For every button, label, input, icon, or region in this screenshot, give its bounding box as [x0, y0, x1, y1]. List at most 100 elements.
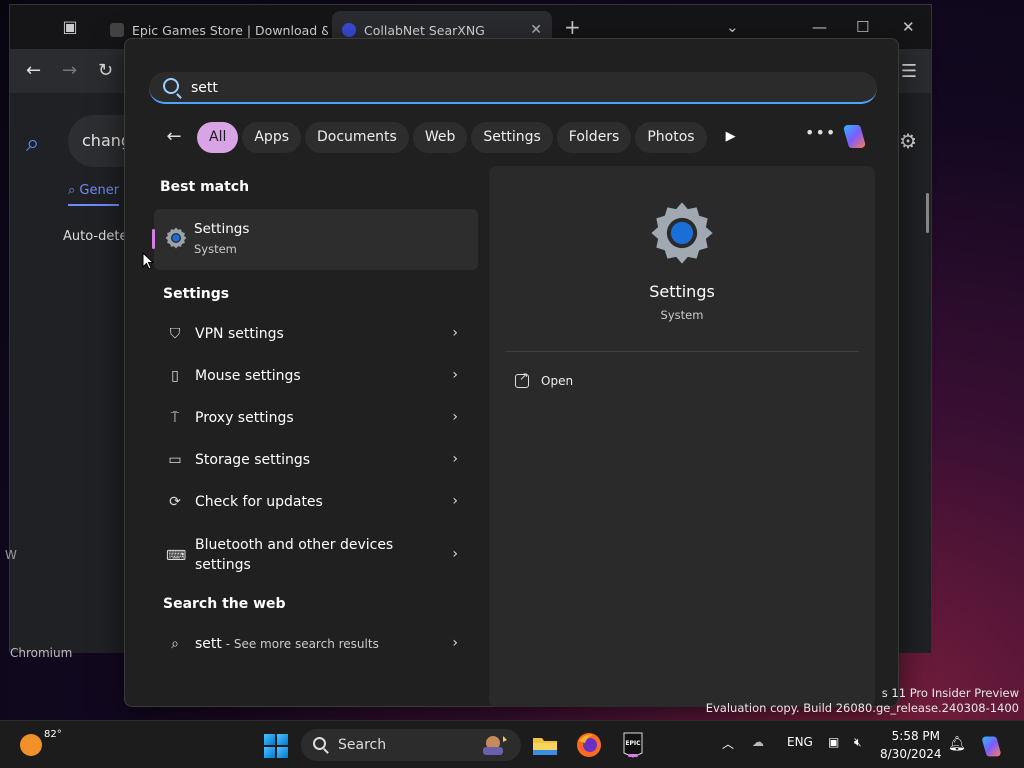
result-label: Mouse settings [195, 368, 301, 384]
preview-subtitle: System [660, 308, 704, 322]
start-button[interactable] [264, 734, 288, 758]
open-external-icon [515, 370, 529, 388]
preview-pane: Settings System Open [489, 166, 875, 707]
file-explorer-icon[interactable] [531, 731, 559, 759]
weather-sun-icon [20, 734, 42, 756]
result-label: Check for updates [195, 494, 323, 510]
chevron-right-icon[interactable]: › [452, 493, 458, 509]
result-storage-settings[interactable]: ▭ Storage settings › [158, 443, 468, 479]
best-match-title: Settings [194, 221, 250, 237]
watermark-line1: s 11 Pro Insider Preview [881, 686, 1019, 700]
open-label: Open [541, 374, 574, 388]
chevron-right-icon[interactable]: › [452, 367, 458, 383]
chevron-right-icon[interactable]: › [452, 409, 458, 425]
back-icon[interactable]: ← [26, 61, 41, 81]
chevron-right-icon[interactable]: › [452, 451, 458, 467]
result-check-for-updates[interactable]: ⟳ Check for updates › [158, 485, 468, 521]
search-icon[interactable]: ⌕ [26, 129, 52, 157]
reload-icon[interactable]: ↻ [98, 61, 113, 81]
gear-icon[interactable]: ⚙ [899, 129, 917, 153]
forward-icon[interactable]: → [62, 61, 77, 81]
filter-apps[interactable]: Apps [242, 121, 302, 153]
shield-icon: ⛉ [169, 326, 181, 342]
best-match-settings[interactable]: Settings System [152, 209, 478, 270]
notification-bell-icon[interactable]: 🔔︎ [948, 736, 966, 752]
language-indicator[interactable]: ENG [787, 735, 813, 749]
chevron-down-icon[interactable]: ⌄ [726, 17, 739, 37]
filter-folders[interactable]: Folders [556, 121, 632, 153]
mouse-cursor-icon [142, 252, 154, 270]
filter-all[interactable]: All [197, 121, 239, 153]
clock[interactable]: 5:58 PM 8/30/2024 [880, 727, 942, 763]
settings-heading: Settings [163, 286, 230, 302]
preview-title: Settings [649, 282, 715, 301]
chromium-label: Chromium [10, 646, 73, 660]
new-tab-icon[interactable]: + [564, 17, 581, 37]
chevron-right-icon[interactable]: › [452, 546, 458, 562]
web-query-label: sett - See more search results [195, 636, 379, 652]
storage-icon: ▭ [168, 452, 182, 468]
result-web-search[interactable]: ⌕ sett - See more search results › [158, 627, 468, 663]
search-highlight-icon [483, 736, 507, 755]
chevron-up-icon[interactable]: ︿ [722, 735, 734, 752]
back-arrow-icon[interactable]: ← [159, 122, 189, 152]
result-label: VPN settings [195, 326, 284, 342]
filter-bar: ← All Apps Documents Web Settings Folder… [159, 121, 745, 153]
best-match-heading: Best match [160, 179, 250, 195]
chevron-right-icon[interactable]: › [452, 635, 458, 651]
chevron-right-icon[interactable]: › [452, 325, 458, 341]
mouse-icon: ▯ [171, 368, 179, 384]
open-action[interactable]: Open [515, 370, 574, 391]
filter-documents[interactable]: Documents [305, 121, 409, 153]
proxy-icon: ⍑ [170, 410, 180, 426]
selection-accent [152, 229, 155, 249]
close-icon[interactable]: ✕ [530, 22, 542, 38]
search-icon [313, 737, 326, 750]
network-icon[interactable]: ▣ [828, 735, 839, 749]
copilot-taskbar-icon[interactable] [978, 733, 1004, 759]
search-web-heading: Search the web [163, 596, 286, 612]
result-label: Storage settings [195, 452, 311, 468]
onedrive-icon[interactable]: ☁ [752, 735, 764, 749]
search-icon [163, 78, 179, 94]
copilot-icon[interactable] [839, 121, 869, 151]
result-proxy-settings[interactable]: ⍑ Proxy settings › [158, 401, 468, 437]
play-icon[interactable]: ▶ [717, 122, 745, 152]
taskbar: 82° Search EPIC ︿ ☁ ENG ▣ 🔇︎ 5:58 PM 8/3… [0, 720, 1024, 768]
refresh-icon: ⟳ [169, 494, 181, 510]
start-search-box[interactable] [149, 72, 877, 104]
devices-icon: ⌨ [166, 548, 187, 564]
more-options-icon[interactable]: ••• [805, 123, 836, 142]
minimize-icon[interactable]: — [812, 17, 827, 37]
weather-widget[interactable]: 82° [20, 729, 62, 756]
volume-icon[interactable]: 🔇︎ [854, 735, 862, 750]
taskbar-search-label: Search [338, 737, 387, 753]
settings-gear-icon [651, 202, 713, 264]
side-text: W [5, 548, 17, 562]
tab-general[interactable]: ⌕ Gener [68, 183, 120, 206]
result-bluetooth-settings[interactable]: ⌨ Bluetooth and other devices settings › [158, 535, 468, 577]
firefox-icon[interactable] [575, 731, 603, 759]
settings-gear-icon [165, 227, 187, 249]
tab-archive-icon[interactable]: ▣ [60, 17, 80, 37]
tab-title: Epic Games Store | Download & [132, 22, 328, 38]
filter-web[interactable]: Web [412, 121, 468, 153]
start-search-input[interactable] [191, 76, 851, 100]
taskbar-search[interactable]: Search [301, 729, 521, 761]
maximize-icon[interactable]: ☐ [856, 17, 869, 37]
active-indicator [628, 754, 638, 757]
epic-icon-label: EPIC [625, 740, 641, 747]
search-icon: ⌕ [171, 636, 179, 652]
menu-icon[interactable]: ☰ [901, 61, 917, 82]
result-label: Proxy settings [195, 410, 294, 426]
best-match-subtitle: System [194, 242, 237, 256]
filter-settings[interactable]: Settings [471, 121, 553, 153]
close-window-icon[interactable]: ✕ [902, 17, 915, 37]
epic-games-launcher[interactable]: EPIC [619, 731, 647, 759]
scrollbar[interactable] [926, 193, 929, 233]
preview-divider [505, 351, 859, 352]
result-mouse-settings[interactable]: ▯ Mouse settings › [158, 359, 468, 395]
tab-title: CollabNet SearXNG [364, 22, 485, 38]
filter-photos[interactable]: Photos [635, 121, 707, 153]
result-vpn-settings[interactable]: ⛉ VPN settings › [158, 317, 468, 353]
